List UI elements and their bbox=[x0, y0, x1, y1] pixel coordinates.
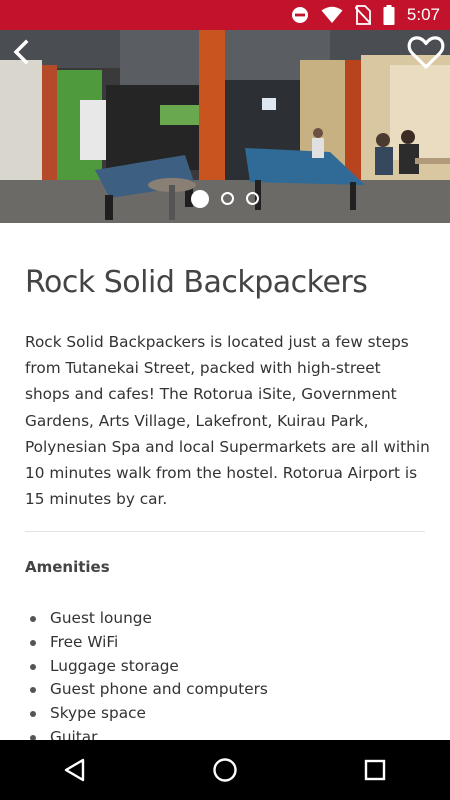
status-bar: 5:07 bbox=[0, 0, 450, 30]
amenity-label: Guest phone and computers bbox=[50, 680, 268, 699]
listing-title: Rock Solid Backpackers bbox=[25, 265, 368, 300]
back-arrow-icon bbox=[13, 39, 29, 65]
bullet-icon bbox=[30, 711, 36, 718]
nav-recents-button[interactable] bbox=[345, 745, 405, 795]
list-item: Skype space bbox=[25, 702, 268, 726]
home-circle-icon bbox=[213, 758, 237, 782]
bullet-icon bbox=[30, 687, 36, 694]
carousel-dot-2[interactable] bbox=[221, 192, 234, 205]
amenity-label: Guitar bbox=[50, 727, 98, 740]
battery-icon bbox=[383, 5, 395, 25]
heart-outline-icon bbox=[407, 36, 445, 69]
carousel-indicator bbox=[0, 190, 450, 208]
system-nav-bar bbox=[0, 740, 450, 800]
back-button[interactable] bbox=[10, 38, 34, 66]
section-divider bbox=[25, 531, 425, 532]
do-not-disturb-icon bbox=[291, 6, 309, 24]
list-item: Guest lounge bbox=[25, 607, 268, 631]
recents-square-icon bbox=[364, 759, 386, 781]
no-sim-icon bbox=[354, 5, 371, 25]
list-item: Guest phone and computers bbox=[25, 678, 268, 702]
amenity-label: Luggage storage bbox=[50, 656, 179, 675]
amenity-label: Free WiFi bbox=[50, 632, 119, 651]
favorite-button[interactable] bbox=[406, 34, 446, 70]
listing-description: Rock Solid Backpackers is located just a… bbox=[25, 333, 430, 509]
amenities-heading: Amenities bbox=[25, 558, 110, 576]
nav-back-button[interactable] bbox=[45, 745, 105, 795]
listing-content[interactable]: Rock Solid Backpackers Rock Solid Backpa… bbox=[0, 223, 450, 740]
bullet-icon bbox=[30, 616, 36, 622]
bullet-icon bbox=[30, 663, 36, 670]
bullet-icon bbox=[30, 639, 36, 646]
carousel-dot-3[interactable] bbox=[246, 192, 259, 205]
amenities-list: Guest lounge Free WiFi Luggage storage G… bbox=[25, 607, 268, 740]
carousel-dot-1[interactable] bbox=[191, 190, 209, 208]
wifi-icon bbox=[321, 6, 343, 24]
amenity-label: Guest lounge bbox=[50, 609, 152, 627]
amenity-label: Skype space bbox=[50, 704, 146, 723]
hero-image[interactable] bbox=[0, 30, 450, 223]
clock: 5:07 bbox=[406, 5, 440, 24]
nav-home-button[interactable] bbox=[195, 745, 255, 795]
list-item: Guitar bbox=[25, 726, 268, 740]
list-item: Free WiFi bbox=[25, 631, 268, 655]
list-item: Luggage storage bbox=[25, 655, 268, 679]
back-triangle-icon bbox=[64, 758, 85, 782]
